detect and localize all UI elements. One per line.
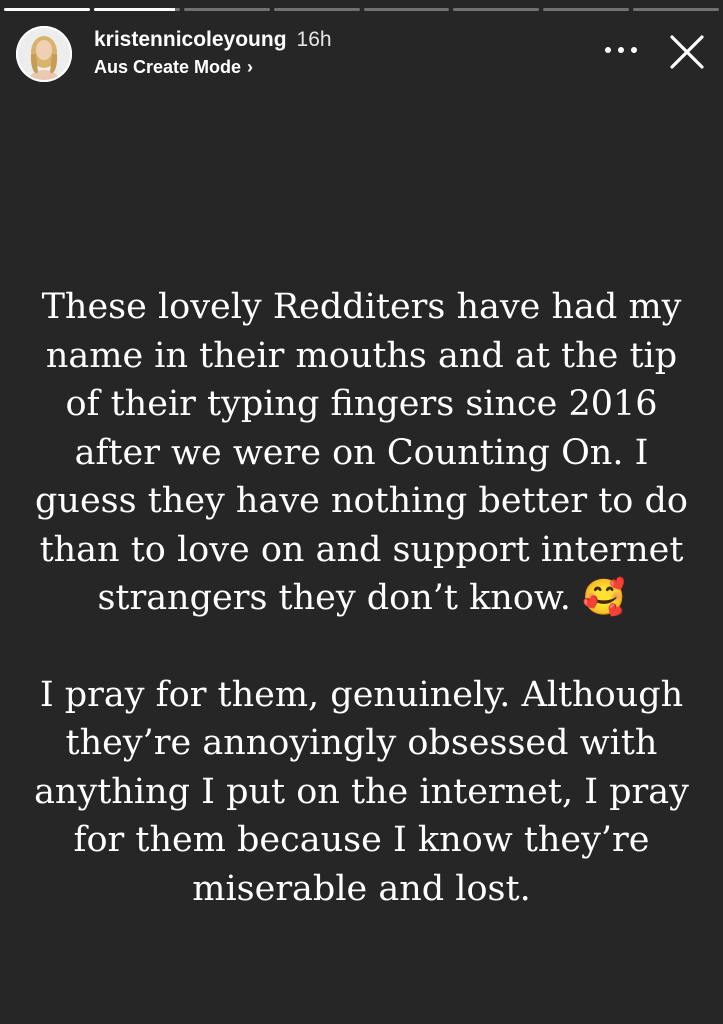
user-meta: kristennicoleyoung 16h Aus Create Mode › <box>94 26 332 80</box>
progress-segment <box>273 8 360 11</box>
avatar[interactable] <box>16 26 72 82</box>
progress-segment-fill <box>4 8 90 11</box>
close-icon-glyph <box>670 35 704 69</box>
more-dot <box>605 47 611 53</box>
story-header: kristennicoleyoung 16h Aus Create Mode › <box>16 24 707 88</box>
progress-segment <box>363 8 450 11</box>
story-paragraph-2: I pray for them, genuinely. Although the… <box>34 674 689 909</box>
username[interactable]: kristennicoleyoung <box>94 28 287 51</box>
story-text: These lovely Redditers have had my name … <box>30 283 693 913</box>
time-ago: 16h <box>296 28 332 51</box>
story-paragraph-1: These lovely Redditers have had my name … <box>35 287 688 618</box>
more-dot <box>618 47 624 53</box>
more-options-icon[interactable] <box>605 40 637 60</box>
story-viewer: kristennicoleyoung 16h Aus Create Mode › T… <box>0 0 723 1024</box>
story-progress-bar <box>4 8 719 11</box>
progress-segment <box>4 8 90 11</box>
progress-segment-fill <box>93 8 176 11</box>
progress-segment <box>93 8 180 11</box>
chevron-right-icon: › <box>247 57 254 77</box>
progress-segment <box>183 8 270 11</box>
audio-attribution[interactable]: Aus Create Mode › <box>94 54 332 80</box>
progress-segment <box>543 8 630 11</box>
audio-label: Aus Create Mode <box>94 57 242 77</box>
close-icon[interactable] <box>667 32 707 72</box>
progress-segment <box>453 8 540 11</box>
progress-segment <box>633 8 719 11</box>
username-line: kristennicoleyoung 16h <box>94 26 332 54</box>
more-dot <box>631 47 637 53</box>
avatar-image <box>16 26 72 82</box>
